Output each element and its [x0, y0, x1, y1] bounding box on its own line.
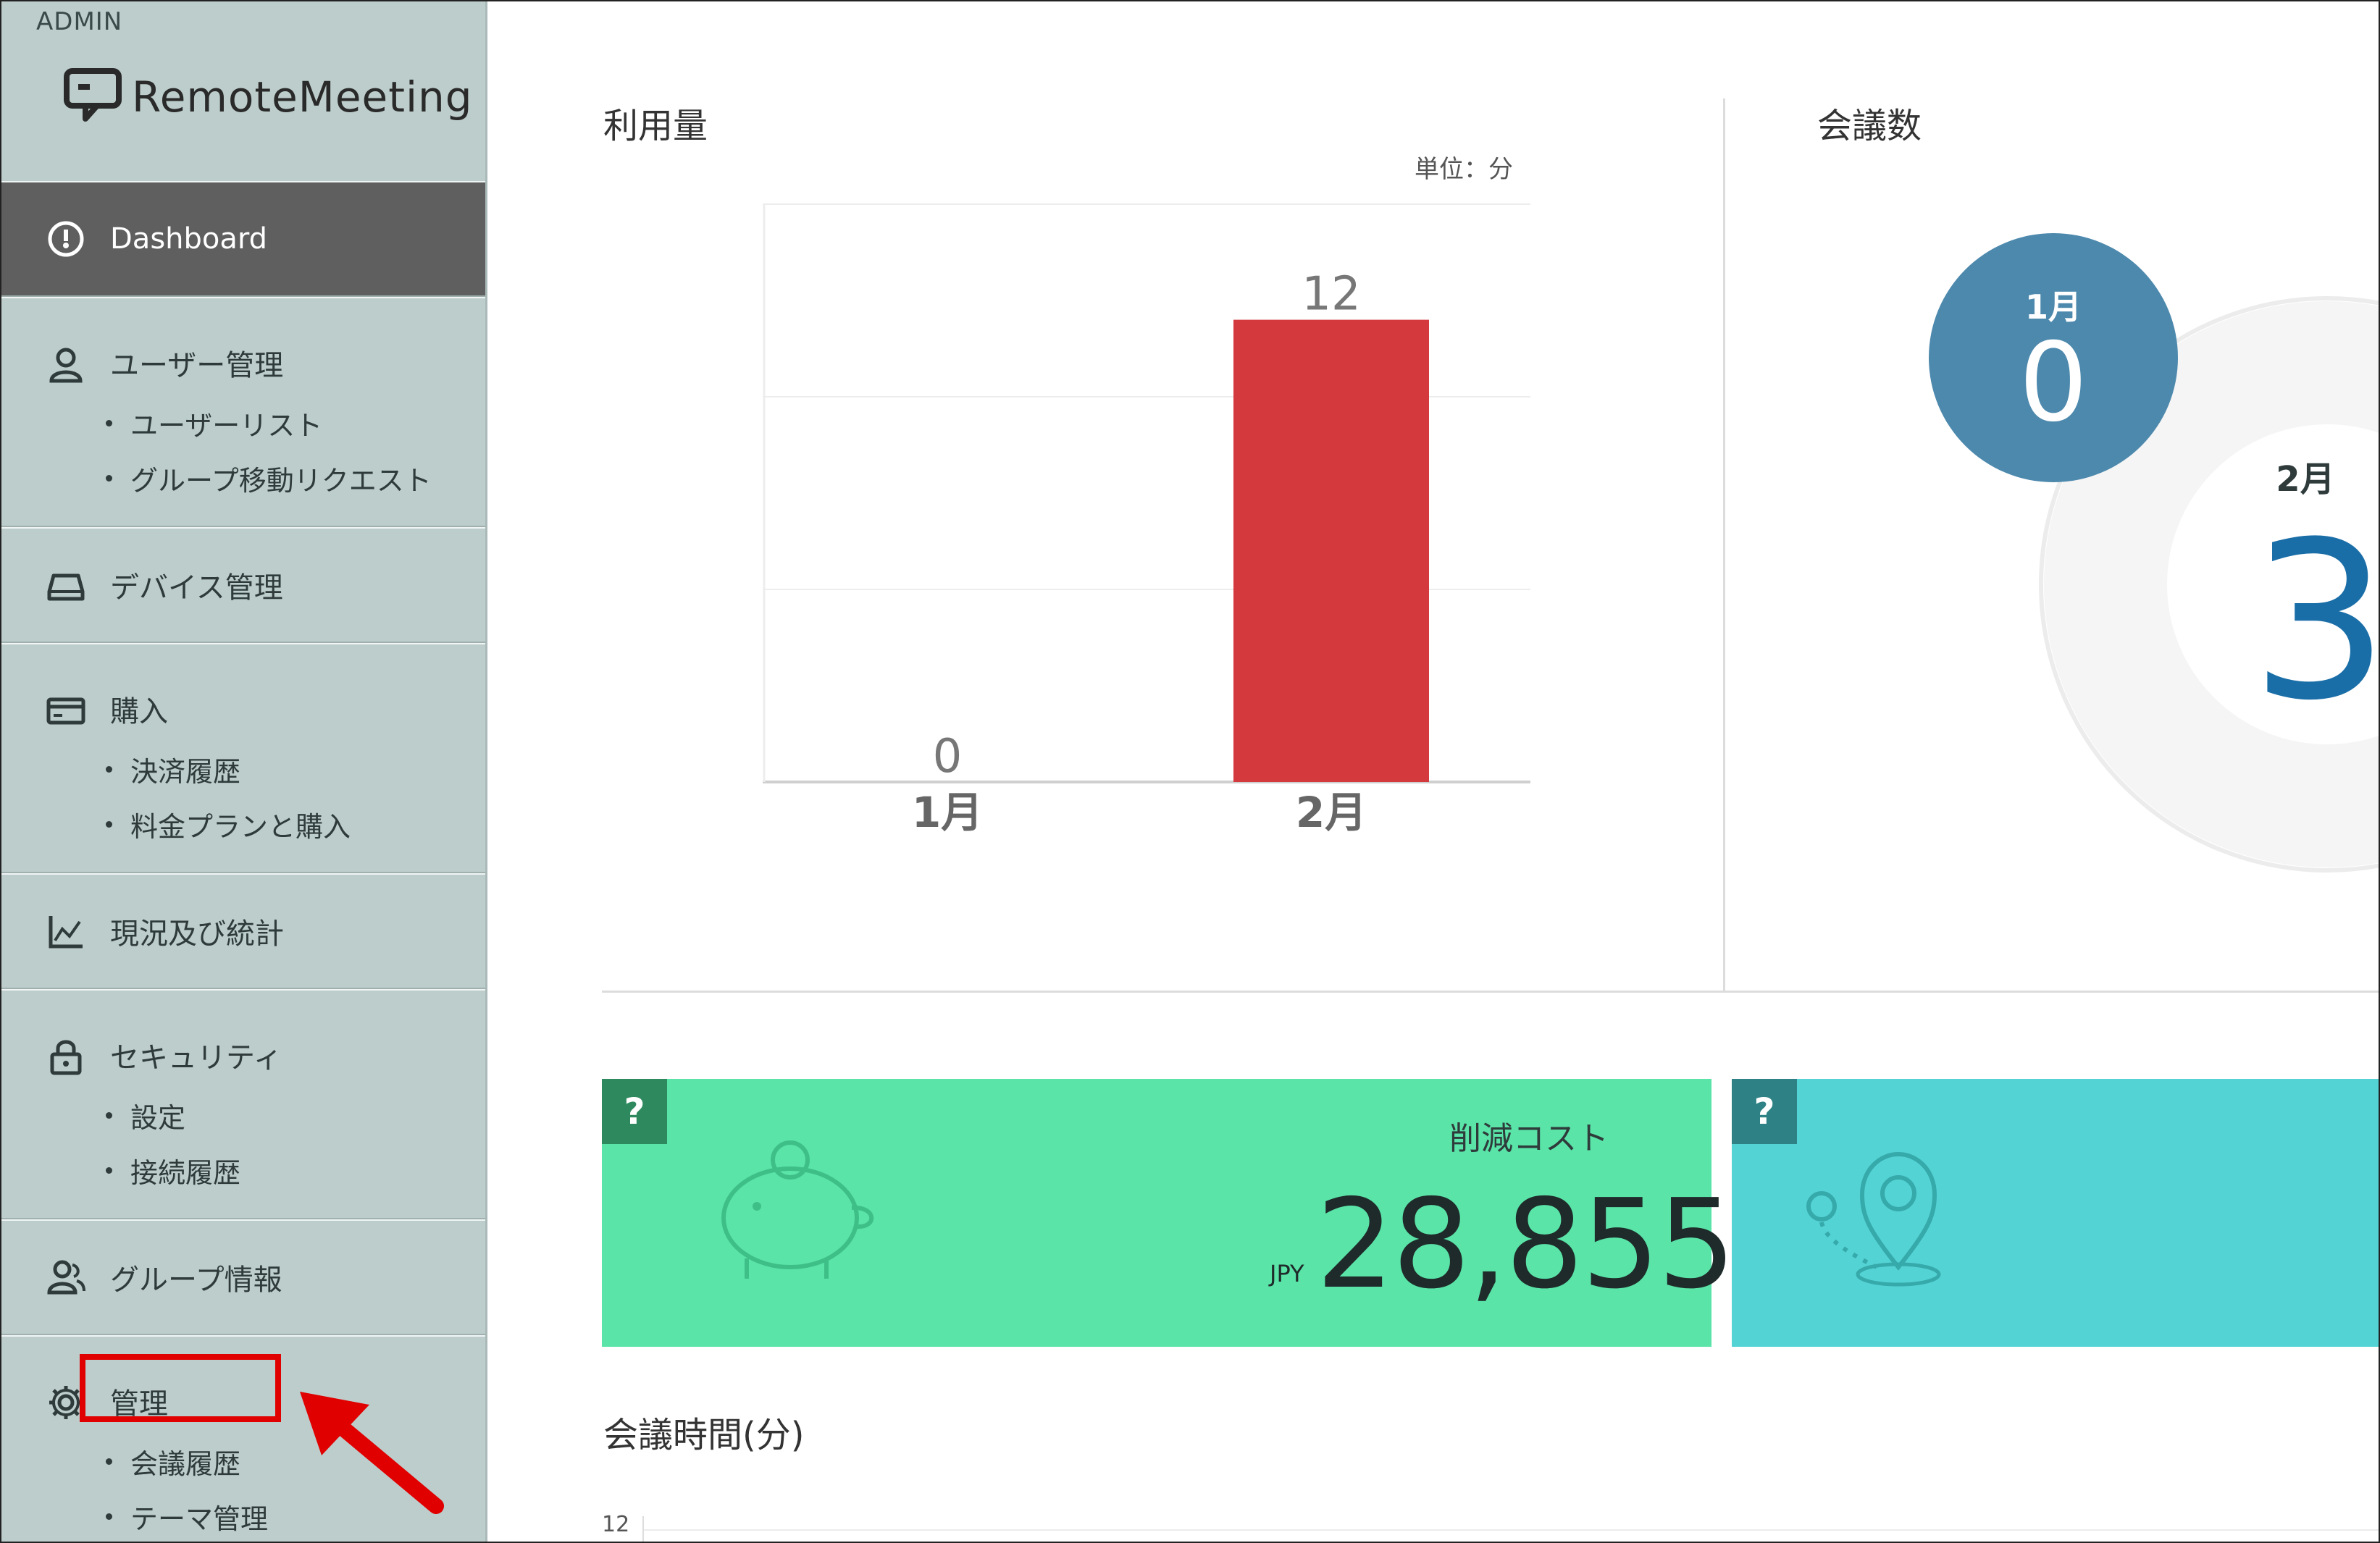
cost-currency: JPY: [1270, 1260, 1304, 1287]
logo[interactable]: RemoteMeeting: [64, 68, 473, 126]
sidebar-item-label: セキュリティ: [110, 1041, 282, 1075]
sidebar-item-label: Dashboard: [110, 222, 268, 256]
usage-bar-chart: 0 1月 12 2月: [763, 203, 1530, 837]
device-icon: [46, 566, 85, 605]
jan-value: 0: [2019, 320, 2087, 446]
sidebar-subitem-connection-history[interactable]: 接続履歴: [1, 1143, 485, 1198]
sidebar: ADMIN RemoteMeeting Dashboard ユーザー管理 ユーザ…: [1, 1, 487, 1542]
sidebar-item-label: ユーザー管理: [110, 349, 284, 382]
user-icon: [46, 345, 85, 384]
location-pin-icon: [1797, 1144, 1956, 1292]
meeting-time-axis: [642, 1516, 644, 1542]
vertical-divider: [1723, 98, 1725, 992]
sidebar-item-label: グループ情報: [110, 1264, 282, 1297]
meetings-title: 会議数: [1817, 106, 1922, 146]
bar-2: [1233, 319, 1429, 783]
chat-logo-icon: [64, 68, 122, 126]
sidebar-item-group-info[interactable]: グループ情報: [1, 1221, 485, 1334]
help-button[interactable]: ?: [1732, 1079, 1797, 1144]
bar-value-label: 0: [933, 730, 963, 783]
sidebar-subitem-group-move-request[interactable]: グループ移動リクエスト: [1, 450, 485, 505]
horizontal-divider: [602, 991, 2379, 993]
card-icon: [46, 691, 85, 730]
piggy-bank-icon: [703, 1137, 892, 1285]
meeting-time-gridline: [642, 1529, 2379, 1531]
annotation-arrow: [291, 1377, 465, 1525]
logo-text: RemoteMeeting: [132, 72, 473, 122]
meeting-count-visual: 1月 0 2月 3: [1929, 233, 2380, 873]
sidebar-item-statistics[interactable]: 現況及び統計: [1, 875, 485, 988]
sidebar-subitem-security-settings[interactable]: 設定: [1, 1088, 485, 1143]
feb-label: 2月: [2276, 459, 2334, 500]
nav-section-dashboard: Dashboard: [1, 181, 485, 297]
highlight-box: [80, 1354, 281, 1422]
meeting-time-title: 会議時間(分): [603, 1415, 805, 1455]
sidebar-item-dashboard[interactable]: Dashboard: [1, 182, 485, 295]
main-content: 利用量 単位：分 0 1月 12 2月 会議数 1月 0 2月 3 ? 削減コス…: [487, 1, 2379, 1542]
dashboard-icon: [46, 219, 85, 258]
bar-value-label: 12: [1302, 268, 1360, 321]
nav-section-security: セキュリティ 設定 接続履歴: [1, 989, 485, 1219]
nav-section-purchase: 購入 決済履歴 料金プランと購入: [1, 643, 485, 873]
admin-label: ADMIN: [36, 7, 123, 36]
usage-title: 利用量: [603, 106, 708, 146]
sidebar-subitem-plans[interactable]: 料金プランと購入: [1, 796, 485, 852]
sidebar-nav: Dashboard ユーザー管理 ユーザーリスト グループ移動リクエスト デバイ…: [1, 181, 485, 1542]
category-label: 2月: [1296, 788, 1367, 837]
cost-value: 28,855: [1316, 1173, 1736, 1316]
app-window: ADMIN RemoteMeeting Dashboard ユーザー管理 ユーザ…: [0, 0, 2380, 1543]
sidebar-subitem-payment-history[interactable]: 決済履歴: [1, 741, 485, 796]
nav-section-devices: デバイス管理: [1, 527, 485, 643]
sidebar-item-security[interactable]: セキュリティ: [1, 991, 485, 1083]
help-button[interactable]: ?: [602, 1079, 667, 1144]
chart-icon: [46, 912, 85, 951]
usage-unit: 単位：分: [1415, 155, 1513, 184]
category-label: 1月: [912, 788, 983, 837]
lock-icon: [46, 1037, 85, 1076]
sidebar-item-label: 購入: [110, 695, 168, 728]
sidebar-item-purchase[interactable]: 購入: [1, 644, 485, 737]
sidebar-item-device-management[interactable]: デバイス管理: [1, 529, 485, 642]
nav-section-group-info: グループ情報: [1, 1219, 485, 1335]
sidebar-item-user-management[interactable]: ユーザー管理: [1, 298, 485, 391]
cost-label: 削減コスト: [1449, 1120, 1609, 1157]
cost-saving-card: ? 削減コスト JPY 28,855: [602, 1079, 1736, 1347]
nav-section-users: ユーザー管理 ユーザーリスト グループ移動リクエスト: [1, 297, 485, 527]
nav-section-stats: 現況及び統計: [1, 873, 485, 989]
sidebar-item-label: 現況及び統計: [110, 917, 284, 951]
sidebar-subitem-user-list[interactable]: ユーザーリスト: [1, 395, 485, 450]
distance-card: ?: [1732, 1079, 2379, 1347]
sidebar-item-label: デバイス管理: [110, 571, 283, 605]
group-icon: [46, 1258, 85, 1297]
feb-value: 3: [2251, 495, 2380, 748]
meeting-time-axis-tick: 12: [602, 1512, 630, 1537]
